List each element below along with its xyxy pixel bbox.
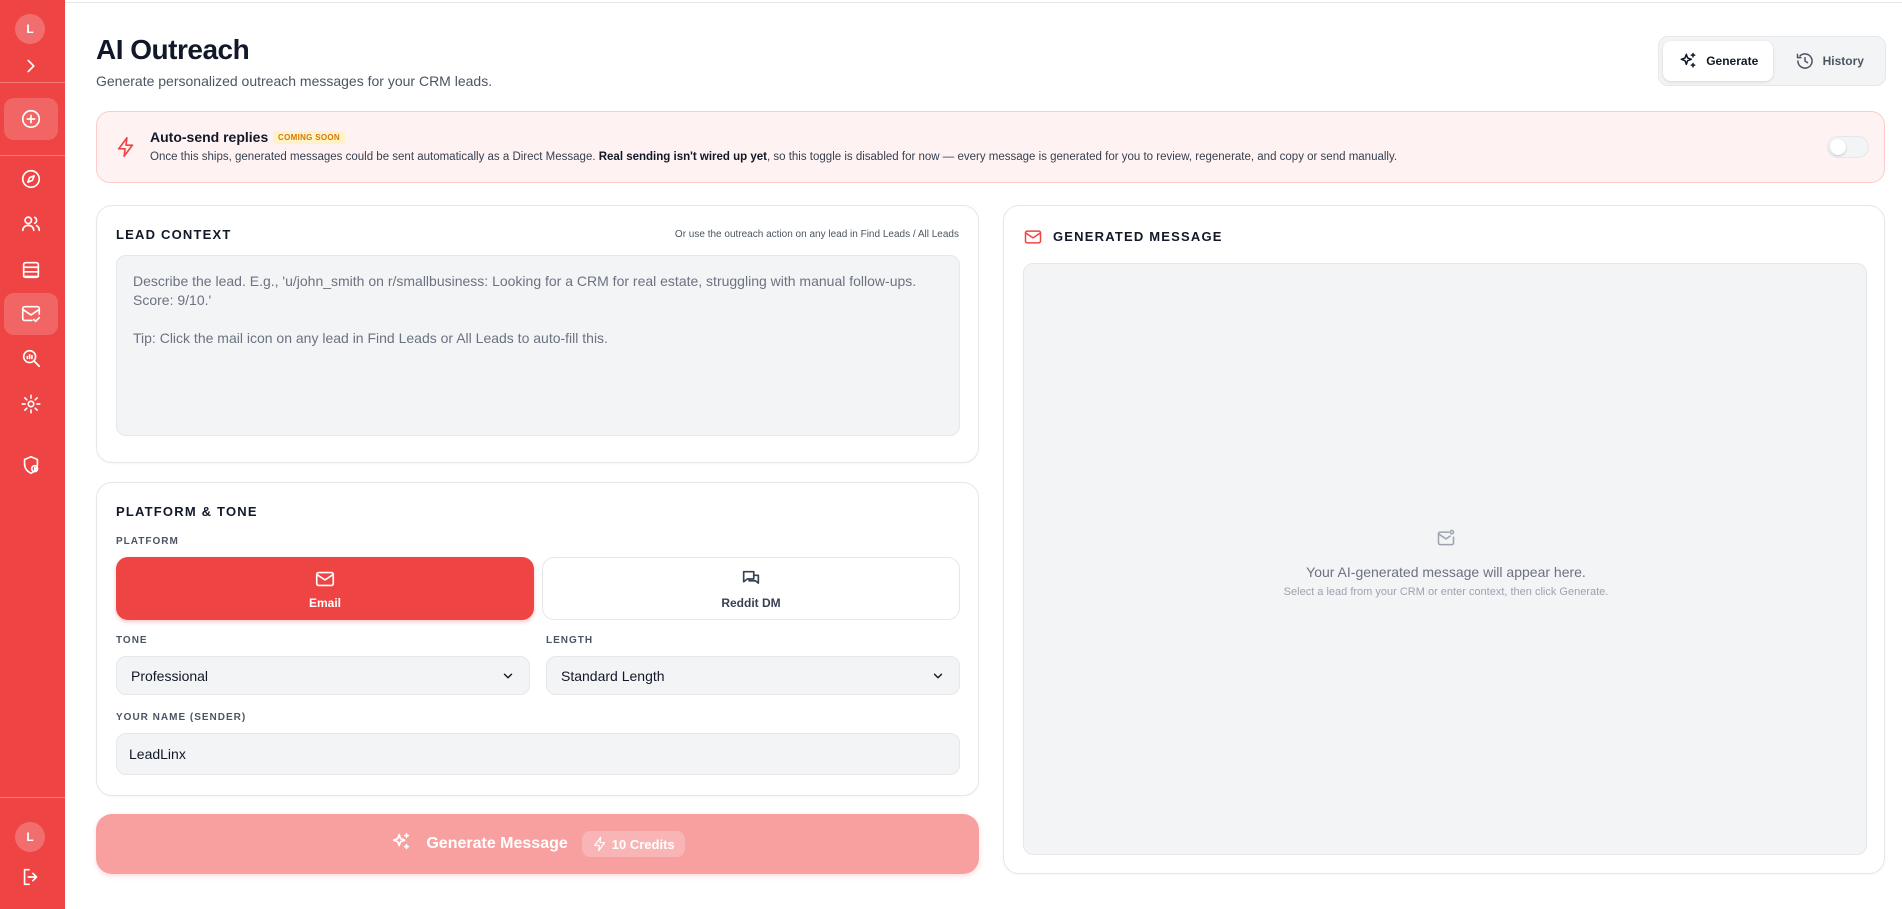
sidebar-item-discover[interactable] xyxy=(4,158,58,200)
mail-check-icon xyxy=(21,305,41,323)
sparkles-icon xyxy=(1680,52,1696,68)
generate-message-label: Generate Message xyxy=(426,835,568,852)
auto-send-toggle[interactable] xyxy=(1827,136,1869,158)
platform-tone-card: PLATFORM & TONE PLATFORM Email Reddit DM… xyxy=(96,482,979,796)
toggle-knob xyxy=(1830,139,1846,155)
tone-select[interactable]: Professional xyxy=(116,656,530,695)
page-title: AI Outreach xyxy=(96,34,250,65)
sidebar-item-outreach[interactable] xyxy=(4,293,58,335)
platform-email-label: Email xyxy=(308,595,341,610)
coming-soon-badge: COMING SOON xyxy=(273,131,345,144)
platform-email-button[interactable]: Email xyxy=(116,557,534,620)
tab-generate-label: Generate xyxy=(1706,54,1759,68)
platform-reddit-button[interactable]: Reddit DM xyxy=(542,557,960,620)
lead-context-card: LEAD CONTEXT Or use the outreach action … xyxy=(96,205,979,463)
lightning-icon xyxy=(115,136,137,158)
sidebar-item-leads[interactable] xyxy=(4,203,58,245)
sender-name-input[interactable] xyxy=(116,733,960,775)
mail-icon xyxy=(315,571,335,586)
length-value: Standard Length xyxy=(561,667,665,684)
sparkles-icon xyxy=(390,831,412,858)
sender-label: YOUR NAME (SENDER) xyxy=(116,712,247,723)
table-icon xyxy=(22,261,40,279)
page-subtitle: Generate personalized outreach messages … xyxy=(96,73,493,89)
sidebar-item-search[interactable] xyxy=(4,337,58,379)
empty-state-subtitle: Select a lead from your CRM or enter con… xyxy=(1283,586,1609,598)
tone-label: TONE xyxy=(116,635,148,646)
sidebar-divider xyxy=(0,797,65,798)
gear-icon xyxy=(21,394,41,414)
search-analytics-icon xyxy=(22,349,41,368)
chevron-right-icon xyxy=(27,59,35,73)
view-tabs: Generate History xyxy=(1658,36,1886,86)
generated-message-title: GENERATED MESSAGE xyxy=(1053,229,1223,244)
banner-description: Once this ships, generated messages coul… xyxy=(150,151,1398,163)
sidebar: L L xyxy=(0,0,65,909)
sidebar-divider xyxy=(0,155,65,156)
lightning-icon xyxy=(593,836,606,852)
credits-badge: 10 Credits xyxy=(581,831,685,857)
platform-label: PLATFORM xyxy=(116,536,179,547)
mail-icon xyxy=(1023,227,1043,247)
logout-icon xyxy=(23,868,38,886)
generated-message-output: Your AI-generated message will appear he… xyxy=(1023,263,1867,855)
mail-notification-icon xyxy=(1436,528,1456,548)
lead-context-input[interactable] xyxy=(116,255,960,436)
history-icon xyxy=(1796,53,1813,69)
account-avatar[interactable]: L xyxy=(15,822,45,852)
generate-message-button[interactable]: Generate Message 10 Credits xyxy=(96,814,979,874)
sidebar-item-crm[interactable] xyxy=(4,249,58,291)
user-avatar[interactable]: L xyxy=(15,14,45,44)
sidebar-item-new[interactable] xyxy=(4,98,58,140)
tab-history[interactable]: History xyxy=(1777,41,1881,81)
tone-value: Professional xyxy=(131,667,209,684)
length-select[interactable]: Standard Length xyxy=(546,656,960,695)
credits-label: 10 Credits xyxy=(611,836,675,852)
banner-title: Auto-send replies xyxy=(150,129,269,145)
users-icon xyxy=(21,216,41,232)
platform-tone-title: PLATFORM & TONE xyxy=(116,504,258,519)
sidebar-item-admin[interactable] xyxy=(4,444,58,486)
tab-generate[interactable]: Generate xyxy=(1663,41,1774,81)
generated-message-card: GENERATED MESSAGE Your AI-generated mess… xyxy=(1003,205,1885,874)
auto-send-banner: Auto-send replies COMING SOON Once this … xyxy=(96,111,1885,183)
lead-context-hint: Or use the outreach action on any lead i… xyxy=(674,229,959,240)
chat-bubbles-icon xyxy=(742,570,760,584)
logout-button[interactable] xyxy=(4,856,58,898)
plus-circle-icon xyxy=(21,109,41,129)
sidebar-expand-button[interactable] xyxy=(4,45,58,87)
sidebar-item-settings[interactable] xyxy=(4,383,58,425)
shield-icon xyxy=(23,455,39,475)
tab-history-label: History xyxy=(1822,54,1864,68)
lead-context-title: LEAD CONTEXT xyxy=(116,227,232,242)
compass-icon xyxy=(21,169,41,189)
chevron-down-icon xyxy=(503,673,513,678)
platform-reddit-label: Reddit DM xyxy=(721,595,781,610)
top-border xyxy=(65,2,1902,3)
length-label: LENGTH xyxy=(546,635,594,646)
empty-state-title: Your AI-generated message will appear he… xyxy=(1306,564,1586,580)
sidebar-divider xyxy=(0,82,65,83)
chevron-down-icon xyxy=(933,673,943,678)
